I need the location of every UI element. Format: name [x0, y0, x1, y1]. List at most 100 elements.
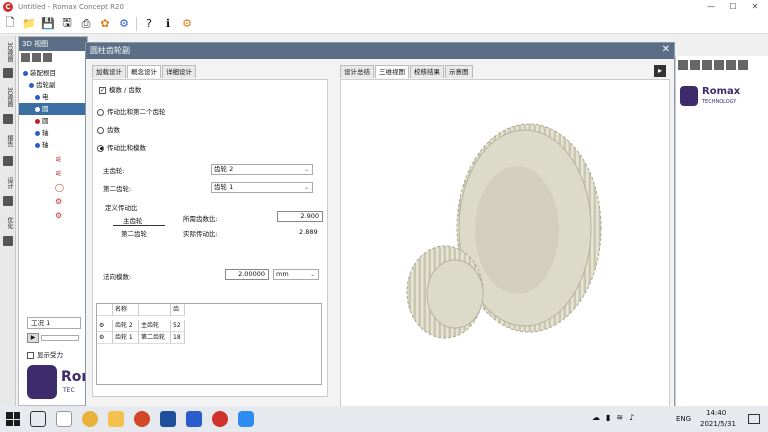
tree-item-motor[interactable]: 电 [35, 91, 49, 103]
table-cell-role[interactable]: 主齿轮 [139, 320, 171, 332]
tree-item-gear-selected[interactable]: 圆 [19, 103, 87, 115]
loadcase-select[interactable]: 工况 1 [27, 317, 81, 329]
required-ratio-input[interactable]: 2.900 [277, 211, 323, 222]
radio-ratio-second-gear[interactable]: 传动比和第二个齿轮 [97, 106, 166, 116]
language-indicator[interactable]: ENG [676, 415, 691, 423]
folder-icon[interactable] [108, 411, 124, 427]
second-gear-select[interactable]: 齿轮 1 ⌄ [211, 182, 313, 193]
vtab-design[interactable]: 设计 [2, 172, 14, 194]
ratio-second-gear-label: 第二齿轮 [121, 230, 147, 238]
zoom-app-icon[interactable] [238, 411, 254, 427]
table-header-role [139, 304, 171, 316]
fit-icon[interactable] [702, 60, 712, 70]
task-view-icon[interactable] [30, 411, 46, 427]
vtab-report[interactable]: 报告 [2, 130, 14, 152]
color-wheel-icon[interactable]: ✿ [98, 17, 112, 31]
notification-icon[interactable] [748, 414, 760, 424]
modulus-teeth-checkbox[interactable]: ✓ 模数 / 齿数 [99, 84, 141, 94]
second-gear-label: 第二齿轮: [103, 185, 132, 193]
close-window-button[interactable]: ✕ [748, 1, 762, 13]
main-gear-label: 主齿轮: [103, 167, 125, 175]
3d-view-title: 3D 视图 [19, 37, 87, 51]
concept-app-icon[interactable] [212, 411, 228, 427]
table-cell-name[interactable]: 齿轮 1 [113, 332, 139, 344]
tab-3d-view[interactable]: 三维视图 [375, 65, 409, 78]
table-cell-teeth[interactable]: 52 [171, 320, 185, 332]
play-button[interactable]: ▶ [27, 333, 39, 343]
folder-icon[interactable] [32, 53, 41, 62]
show-force-checkbox[interactable]: 显示受力 [27, 349, 63, 359]
tree-item-gearpair[interactable]: 齿轮副 [29, 79, 56, 91]
select-icon[interactable] [21, 53, 30, 62]
save-icon[interactable]: 💾 [41, 17, 55, 31]
wrench-icon[interactable] [3, 196, 13, 206]
romax-app-icon[interactable] [160, 411, 176, 427]
chrome-icon[interactable] [82, 411, 98, 427]
help-icon[interactable]: ? [142, 17, 156, 31]
background-panel: Romax TECHNOLOGY [675, 56, 768, 406]
table-cell-name[interactable]: 齿轮 2 [113, 320, 139, 332]
view-toolbar [678, 60, 748, 70]
radio-ratio-module[interactable]: 传动比和模数 [97, 142, 146, 152]
table-cell-role[interactable]: 第二齿轮 [139, 332, 171, 344]
tab-load-design[interactable]: 加载设计 [92, 65, 126, 78]
expand-arrow-icon[interactable]: ▸ [654, 65, 666, 77]
print-icon[interactable]: ⎙ [79, 17, 93, 31]
wifi-icon[interactable]: ≋ [616, 413, 623, 422]
3d-gear-viewport[interactable] [340, 79, 670, 407]
tree-component-icons: ⚟ ⚟ ◯ ⚙ ⚙ [55, 155, 64, 220]
table-cell-teeth[interactable]: 18 [171, 332, 185, 344]
vtab-optimize[interactable]: 优化 [2, 212, 14, 234]
clock-date[interactable]: 2021/5/31 [700, 420, 736, 428]
close-view-icon[interactable] [738, 60, 748, 70]
vtab-3d-view-2[interactable]: 3D视图 [2, 84, 14, 110]
rotate-icon[interactable] [714, 60, 724, 70]
tab-design-summary[interactable]: 设计总结 [340, 65, 374, 78]
tree-item-gear[interactable]: 圆 [35, 115, 49, 127]
tree-item-root[interactable]: 装配根目 [23, 67, 56, 79]
gear-icon[interactable] [3, 114, 13, 124]
tree-item-shaft-2[interactable]: 轴 [35, 139, 49, 151]
system-tray: ☁ ▮ ≋ ♪ [592, 413, 634, 422]
close-icon[interactable]: ✕ [662, 44, 670, 55]
settings-gear-icon[interactable]: ⚙ [180, 17, 194, 31]
radio-teeth[interactable]: 齿数 [97, 124, 120, 134]
cloud-icon[interactable]: ☁ [592, 413, 600, 422]
open-folder-icon[interactable]: 📁 [22, 17, 36, 31]
tree-item-shaft[interactable]: 轴 [35, 127, 49, 139]
run-analysis-icon[interactable]: ⚙ [117, 17, 131, 31]
file-icon[interactable] [56, 411, 72, 427]
romax-app-icon-2[interactable] [186, 411, 202, 427]
start-menu-icon[interactable] [6, 412, 20, 426]
view-icon[interactable] [43, 53, 52, 62]
tab-check-results[interactable]: 校核结果 [410, 65, 444, 78]
minimize-button[interactable]: — [704, 1, 718, 13]
pan-icon[interactable] [678, 60, 688, 70]
maximize-button[interactable]: ☐ [726, 1, 740, 13]
measure-icon[interactable] [726, 60, 736, 70]
tab-detail-design[interactable]: 详细设计 [162, 65, 196, 78]
chart-icon[interactable] [3, 156, 13, 166]
module-unit-select[interactable]: mm ⌄ [273, 269, 319, 280]
tab-concept-design[interactable]: 概念设计 [127, 65, 161, 78]
clock-time[interactable]: 14:40 [706, 409, 726, 417]
new-file-icon[interactable]: 🗋 [3, 16, 17, 31]
powerpoint-icon[interactable] [134, 411, 150, 427]
vtab-3d-view[interactable]: 3D视图 [2, 40, 14, 64]
volume-icon[interactable]: ♪ [629, 413, 634, 422]
animation-slider[interactable] [41, 335, 79, 341]
main-gear-select[interactable]: 齿轮 2 ⌄ [211, 164, 313, 175]
gear-row-icon: ⚙ [97, 332, 113, 344]
zoom-icon[interactable] [690, 60, 700, 70]
calculator-icon[interactable] [3, 236, 13, 246]
info-icon[interactable]: ℹ [161, 17, 175, 31]
cylindrical-gear-pair-dialog: 圆柱齿轮副 ✕ 加载设计 概念设计 详细设计 ✓ 模数 / 齿数 传动比和第二个齿… [85, 42, 675, 410]
battery-icon[interactable]: ▮ [606, 413, 610, 422]
save-as-icon[interactable]: 🖫 [60, 16, 74, 31]
model-icon[interactable] [3, 68, 13, 78]
normal-module-input[interactable]: 2.00000 [225, 269, 269, 280]
required-ratio-label: 所需齿数比: [183, 215, 218, 223]
tab-schematic[interactable]: 示意图 [445, 65, 473, 78]
windows-taskbar: ☁ ▮ ≋ ♪ ENG 14:40 2021/5/31 [0, 406, 768, 432]
romax-logo-icon [27, 365, 57, 399]
